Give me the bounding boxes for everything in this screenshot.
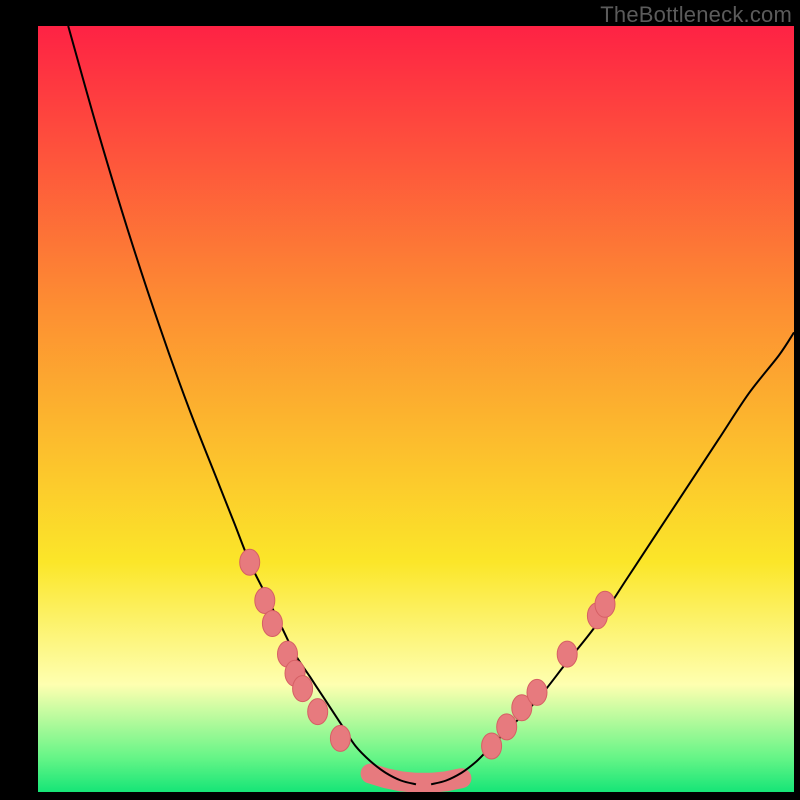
marker-dot: [595, 591, 615, 617]
watermark-text: TheBottleneck.com: [600, 2, 792, 28]
marker-dot: [557, 641, 577, 667]
left-curve: [68, 26, 416, 784]
marker-dot: [255, 588, 275, 614]
marker-dot: [527, 679, 547, 705]
marker-dot: [308, 699, 328, 725]
valley-floor-band: [371, 774, 462, 783]
marker-dot: [293, 676, 313, 702]
marker-dot: [262, 611, 282, 637]
plot-area: [38, 26, 794, 792]
right-curve: [431, 332, 794, 784]
chart-frame: TheBottleneck.com: [0, 0, 800, 800]
valley-floor-line: [371, 774, 462, 783]
marker-dot: [240, 549, 260, 575]
highlighted-points: [240, 549, 615, 759]
marker-dot: [497, 714, 517, 740]
chart-svg: [38, 26, 794, 792]
marker-dot: [482, 733, 502, 759]
curve-lines: [68, 26, 794, 784]
marker-dot: [330, 725, 350, 751]
